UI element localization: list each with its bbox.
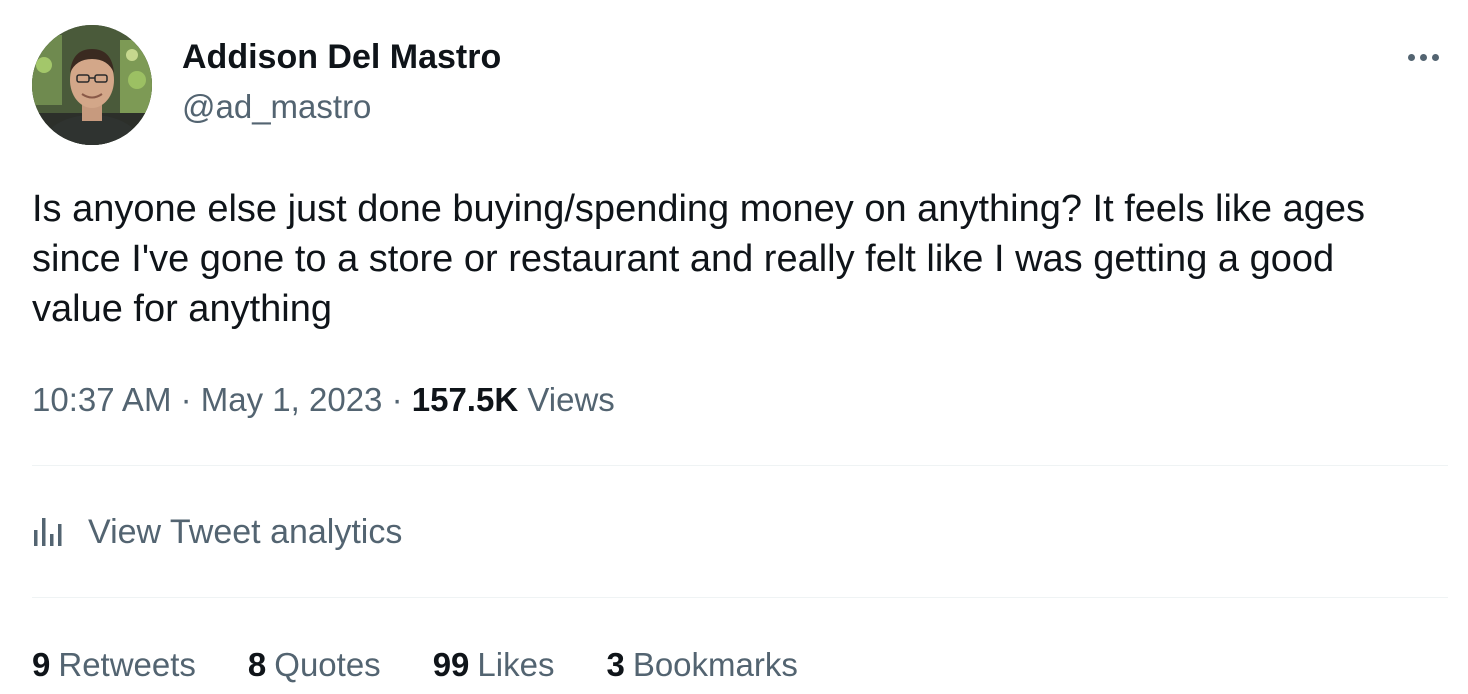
retweets-label: Retweets: [58, 646, 196, 683]
tweet-date[interactable]: May 1, 2023: [201, 381, 383, 418]
bar-chart-icon: [32, 510, 72, 554]
retweets-stat[interactable]: 9 Retweets: [32, 643, 196, 687]
tweet-time[interactable]: 10:37 AM: [32, 381, 171, 418]
divider: [32, 465, 1448, 466]
retweets-count: 9: [32, 646, 51, 683]
author-handle[interactable]: @ad_mastro: [182, 86, 371, 128]
likes-stat[interactable]: 99 Likes: [433, 643, 555, 687]
view-analytics-button[interactable]: View Tweet analytics: [32, 510, 402, 554]
divider: [32, 597, 1448, 598]
more-dot: [1419, 53, 1427, 61]
likes-label: Likes: [477, 646, 555, 683]
quotes-stat[interactable]: 8 Quotes: [248, 643, 381, 687]
quotes-count: 8: [247, 646, 267, 683]
views-count: 157.5K: [411, 381, 519, 418]
more-dot: [1431, 53, 1439, 61]
quotes-label: Quotes: [274, 646, 381, 683]
tweet-meta: 10:37 AM · May 1, 2023 · 157.5K Views: [32, 378, 615, 422]
tweet-text: Is anyone else just done buying/spending…: [32, 188, 1366, 330]
bookmarks-stat[interactable]: 3 Bookmarks: [606, 643, 797, 687]
more-dot: [1407, 53, 1415, 61]
views-label: Views: [527, 381, 615, 418]
tweet-stats: 9 Retweets 8 Quotes 99 Likes 3 Bookmarks: [32, 643, 850, 687]
tweet-detail: Addison Del Mastro @ad_mastro Is anyone …: [0, 0, 1468, 694]
bookmarks-label: Bookmarks: [632, 646, 798, 683]
meta-separator: ·: [180, 381, 192, 418]
meta-separator: ·: [391, 381, 403, 418]
more-icon[interactable]: [1398, 40, 1448, 74]
bookmarks-count: 3: [606, 646, 625, 683]
avatar-photo: [32, 25, 152, 145]
view-analytics-label: View Tweet analytics: [88, 513, 403, 551]
avatar[interactable]: [32, 25, 152, 145]
likes-count: 99: [432, 646, 470, 683]
author-name[interactable]: Addison Del Mastro: [182, 36, 501, 78]
